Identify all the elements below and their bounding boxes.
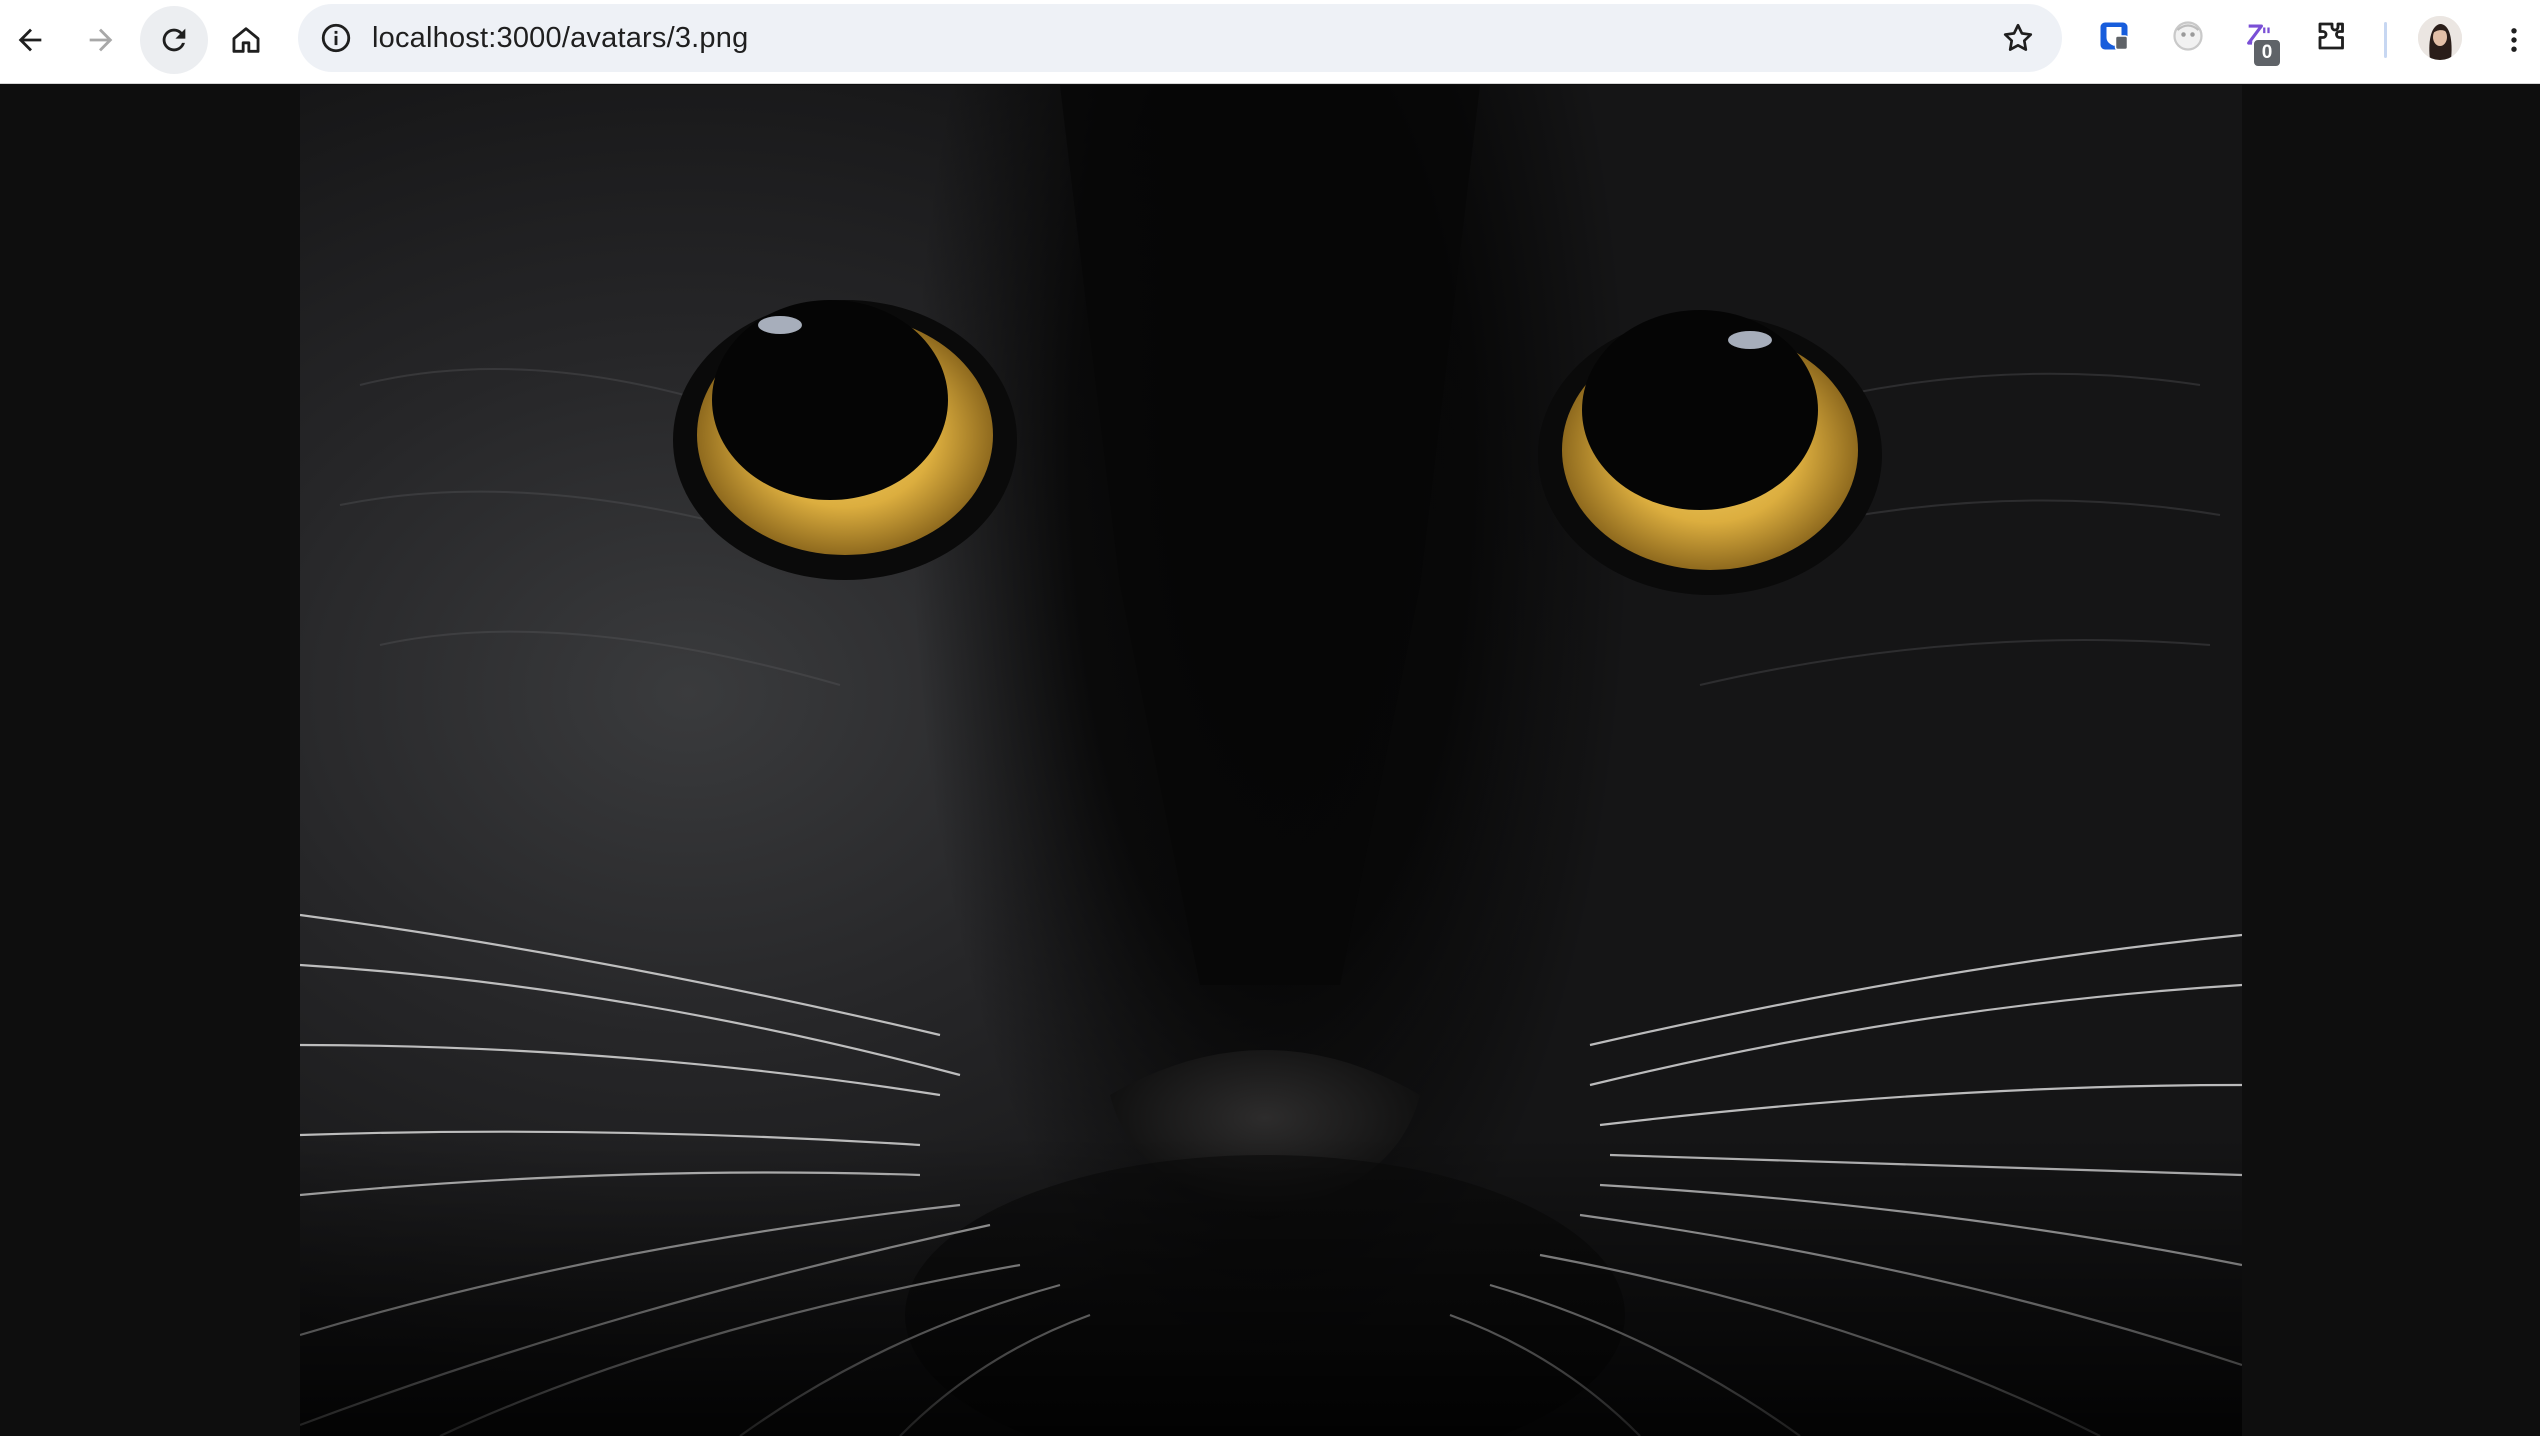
home-icon (232, 27, 260, 53)
browser-menu-button[interactable] (2480, 6, 2540, 74)
arrow-right-icon (89, 28, 113, 52)
forward-button[interactable] (67, 6, 135, 74)
address-bar[interactable]: localhost:3000/avatars/3.png (298, 4, 2062, 72)
url-text[interactable]: localhost:3000/avatars/3.png (372, 4, 748, 72)
cat-photo (300, 85, 2242, 1436)
profile-avatar[interactable] (2418, 16, 2462, 60)
bookmark-star-icon[interactable] (1996, 16, 2040, 60)
arrow-left-icon (18, 28, 42, 52)
reload-icon (162, 28, 186, 52)
toolbar-divider (2384, 22, 2387, 58)
cat-face-illustration (300, 85, 2242, 1436)
back-button[interactable] (0, 6, 64, 74)
left-eye (673, 300, 1017, 580)
three-dots-vertical-icon (2511, 28, 2517, 52)
browser-toolbar: localhost:3000/avatars/3.png 0 (0, 0, 2540, 84)
extension-face-icon[interactable] (2166, 14, 2210, 58)
image-viewer (0, 85, 2540, 1436)
extensions-puzzle-icon[interactable] (2310, 14, 2354, 58)
home-button[interactable] (212, 6, 280, 74)
right-eye (1538, 310, 1882, 595)
extension-badge-count: 0 (2252, 38, 2282, 68)
extension-bitwarden-icon[interactable] (2092, 14, 2136, 58)
info-icon[interactable] (314, 16, 358, 60)
reload-button[interactable] (140, 6, 208, 74)
